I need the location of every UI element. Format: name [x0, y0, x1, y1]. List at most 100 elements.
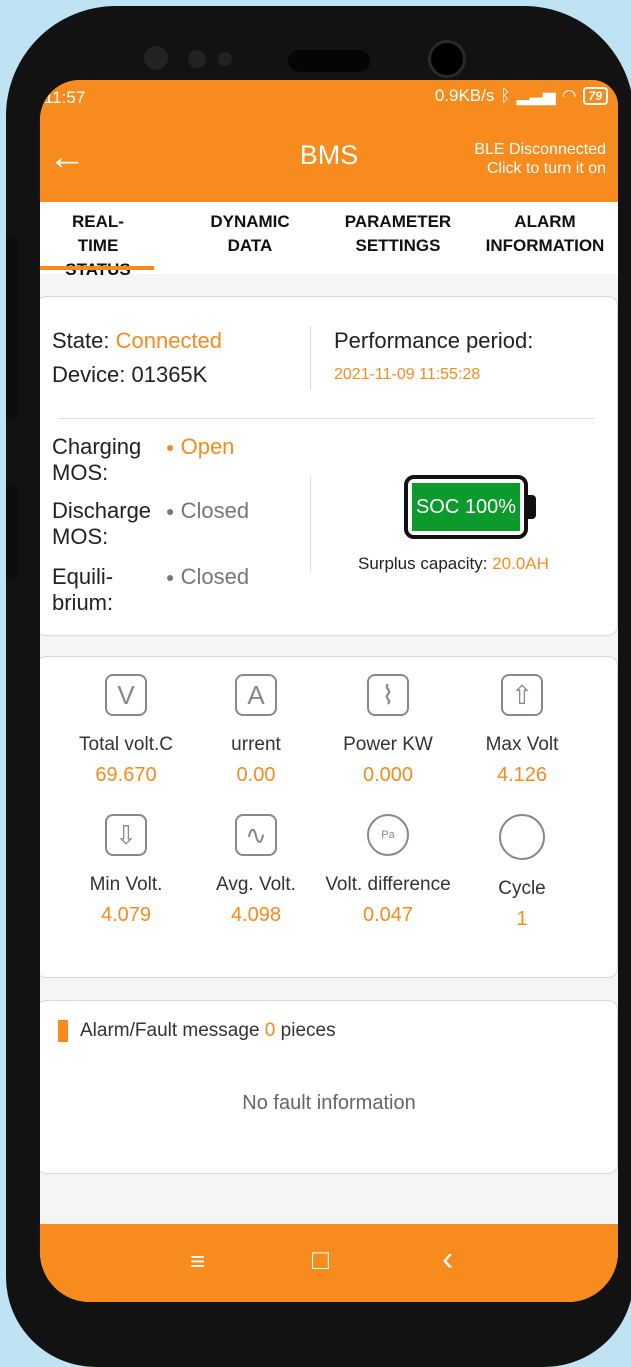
divider: [58, 418, 594, 419]
system-nav-bar: ≡ □ ‹: [40, 1224, 618, 1302]
metric-power: ⌇ Power KW 0.000: [318, 674, 458, 787]
power-icon: ⌇: [367, 674, 409, 716]
performance-period-value: 2021-11-09 11:55:28: [334, 366, 481, 383]
equilibrium-row: Equili- brium:: [52, 564, 113, 616]
tab-dynamic-data[interactable]: DYNAMIC DATA: [200, 210, 300, 258]
metric-label: Avg. Volt.: [216, 874, 296, 895]
metric-value: 1: [516, 908, 528, 930]
signal-icon: ▂▃▅: [516, 86, 556, 105]
ble-hint-text: Click to turn it on: [486, 160, 606, 177]
metric-label: Total volt.C: [79, 734, 173, 755]
metric-voltage: V Total volt.C 69.670: [56, 674, 196, 787]
tab-real-time-status[interactable]: REAL-TIME STATUS: [52, 210, 144, 282]
mos-value: Closed: [180, 564, 250, 589]
gauge-icon: Pa: [367, 814, 409, 856]
tab-label: SETTINGS: [355, 236, 441, 255]
device-value: 01365K: [131, 362, 208, 387]
sensor-icon: [188, 50, 206, 68]
surplus-value: 20.0AH: [492, 554, 549, 573]
metric-current: Aurrent 0.00: [186, 674, 326, 787]
metric-label: Volt. difference: [325, 874, 451, 895]
tab-label: REAL-TIME: [72, 212, 124, 255]
mos-label: Charging: [52, 434, 142, 459]
tab-bar: REAL-TIME STATUS DYNAMIC DATA PARAMETER …: [40, 202, 618, 279]
ble-status-text: BLE Disconnected: [474, 141, 606, 158]
soc-fill: SOC 100%: [412, 483, 520, 531]
charging-mos-row: Charging MOS:: [52, 434, 141, 486]
status-dot-icon: ●: [166, 569, 175, 585]
metric-max-volt: ⇧ Max Volt 4.126: [452, 674, 592, 787]
current-icon: A: [235, 674, 277, 716]
tab-label: INFORMATION: [485, 236, 605, 255]
mos-label: Equili-: [52, 564, 114, 589]
wifi-icon: ◠: [561, 86, 577, 105]
sensor-icon: [218, 52, 232, 66]
divider: [310, 476, 311, 572]
app-screen: 11:57 0.9KB/s ᛒ ▂▃▅ ◠ 79 ← BMS BLE Disco…: [40, 80, 618, 1302]
menu-icon[interactable]: ≡: [190, 1246, 205, 1277]
device-line: Device: 01365K: [52, 362, 207, 388]
mos-label: MOS:: [52, 460, 109, 485]
mos-label: brium:: [52, 590, 114, 615]
state-value: Connected: [115, 328, 223, 353]
metric-value: 0.000: [362, 764, 414, 786]
front-camera-icon: [428, 40, 466, 78]
alarm-count: 0: [264, 1020, 276, 1041]
mos-value: Closed: [180, 498, 250, 523]
tab-alarm-information[interactable]: ALARM INFORMATION: [478, 210, 612, 258]
app-bar: ← BMS BLE Disconnected Click to turn it …: [40, 118, 618, 202]
status-dot-icon: ●: [166, 503, 175, 519]
state-label: State:: [52, 328, 110, 353]
metric-label: urrent: [231, 734, 281, 755]
surplus-capacity: Surplus capacity: 20.0AH: [358, 554, 549, 574]
charging-mos-status: ● Open: [166, 434, 234, 460]
speaker-grille: [288, 50, 370, 72]
battery-terminal: [528, 495, 536, 519]
tab-parameter-settings[interactable]: PARAMETER SETTINGS: [336, 210, 460, 258]
bluetooth-icon: ᛒ: [500, 86, 511, 105]
min-volt-icon: ⇩: [105, 814, 147, 856]
battery-status-icon: 79: [582, 87, 608, 105]
cycle-icon: [499, 814, 545, 860]
alarm-marker: [58, 1020, 68, 1042]
status-dot-icon: ●: [166, 439, 175, 455]
metric-value: 0.047: [362, 904, 414, 926]
soc-text: SOC 100%: [415, 495, 517, 518]
mos-label: Discharge: [52, 498, 152, 523]
metric-label: Max Volt: [485, 734, 559, 755]
metric-gauge: Pa Volt. difference 0.047: [318, 814, 458, 927]
performance-period-label: Performance period:: [334, 328, 534, 353]
surplus-label: Surplus capacity:: [358, 554, 488, 573]
mos-value: Open: [180, 434, 235, 459]
alarm-prefix: Alarm/Fault message: [80, 1020, 260, 1041]
metric-min-volt: ⇩ Min Volt. 4.079: [56, 814, 196, 927]
mos-label: MOS:: [52, 524, 109, 549]
metric-label: Power KW: [343, 734, 433, 755]
soc-battery-icon: SOC 100%: [404, 475, 536, 539]
tab-label: STATUS: [52, 258, 144, 282]
metric-avg-volt: ∿ Avg. Volt. 4.098: [186, 814, 326, 927]
metric-value: 69.670: [95, 764, 157, 786]
metric-value: 4.079: [100, 904, 152, 926]
tab-label: DATA: [227, 236, 273, 255]
ble-connect-button[interactable]: BLE Disconnected Click to turn it on: [474, 140, 606, 178]
state-line: State: Connected: [52, 328, 222, 354]
metric-value: 4.126: [496, 764, 548, 786]
metric-label: Min Volt.: [89, 874, 163, 895]
discharge-mos-row: Discharge MOS:: [52, 498, 151, 550]
no-fault-message: No fault information: [242, 1092, 416, 1114]
tab-label: ALARM: [514, 212, 576, 231]
status-bar: 11:57 0.9KB/s ᛒ ▂▃▅ ◠ 79: [40, 80, 618, 118]
metric-label: Cycle: [498, 878, 546, 899]
nav-back-icon[interactable]: ‹: [442, 1240, 453, 1279]
tab-label: PARAMETER: [344, 212, 452, 231]
metric-value: 4.098: [230, 904, 282, 926]
equilibrium-status: ● Closed: [166, 564, 249, 590]
max-volt-icon: ⇧: [501, 674, 543, 716]
side-button: [6, 236, 18, 421]
home-icon[interactable]: □: [312, 1244, 329, 1276]
sensor-icon: [144, 46, 168, 70]
metric-value: 0.00: [236, 764, 276, 786]
status-time: 11:57: [44, 88, 86, 107]
avg-volt-icon: ∿: [235, 814, 277, 856]
